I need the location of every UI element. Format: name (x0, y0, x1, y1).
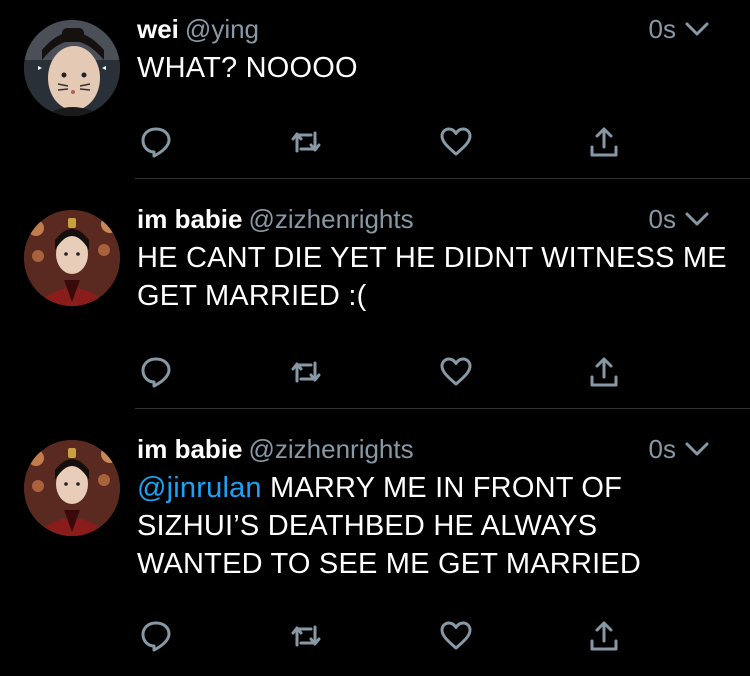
avatar-image-icon (24, 20, 120, 116)
tweet-text: WHAT? NOOOO (137, 49, 727, 87)
retweet-icon (291, 625, 321, 647)
tweet-header: wei @ying 0s (137, 14, 720, 48)
tweet-feed: wei @ying 0s WHAT? NOOOO im babie @zizhe… (0, 0, 750, 676)
share-button[interactable] (584, 352, 624, 392)
reply-icon (141, 357, 171, 388)
share-icon (590, 621, 618, 651)
tweet-actions (0, 122, 750, 162)
tweet-body: HE CANT DIE YET HE DIDNT WITNESS ME GET … (137, 242, 727, 312)
retweet-button[interactable] (286, 616, 326, 656)
retweet-icon (291, 361, 321, 383)
user-handle[interactable]: @zizhenrights (248, 434, 413, 464)
share-button[interactable] (584, 122, 624, 162)
timestamp: 0s (648, 204, 676, 234)
tweet-actions (0, 616, 750, 656)
timestamp: 0s (648, 434, 676, 464)
divider (135, 408, 750, 409)
retweet-icon (291, 131, 321, 153)
user-handle[interactable]: @ying (185, 14, 259, 44)
avatar[interactable] (24, 210, 120, 306)
tweet-header: im babie @zizhenrights 0s (137, 434, 720, 468)
tweet[interactable]: im babie @zizhenrights 0s HE CANT DIE YET… (0, 190, 750, 408)
mention-link[interactable]: @jinrulan (137, 472, 262, 504)
avatar-image-icon (24, 440, 120, 536)
display-name[interactable]: im babie (137, 204, 242, 234)
reply-button[interactable] (136, 616, 176, 656)
tweet-body: WHAT? NOOOO (137, 52, 358, 84)
like-button[interactable] (436, 352, 476, 392)
timestamp: 0s (648, 14, 676, 44)
tweet-header: im babie @zizhenrights 0s (137, 204, 720, 238)
like-button[interactable] (436, 122, 476, 162)
retweet-button[interactable] (286, 352, 326, 392)
heart-icon (440, 621, 472, 650)
display-name[interactable]: wei (137, 14, 179, 44)
divider (135, 178, 750, 179)
chevron-down-icon[interactable] (684, 19, 710, 39)
like-button[interactable] (436, 616, 476, 656)
reply-button[interactable] (136, 122, 176, 162)
avatar-image-icon (24, 210, 120, 306)
avatar[interactable] (24, 20, 120, 116)
share-icon (590, 127, 618, 157)
reply-icon (141, 621, 171, 652)
reply-button[interactable] (136, 352, 176, 392)
display-name[interactable]: im babie (137, 434, 242, 464)
share-button[interactable] (584, 616, 624, 656)
chevron-down-icon[interactable] (684, 439, 710, 459)
retweet-button[interactable] (286, 122, 326, 162)
heart-icon (440, 357, 472, 386)
tweet[interactable]: wei @ying 0s WHAT? NOOOO (0, 0, 750, 178)
tweet-actions (0, 352, 750, 392)
tweet-text: @jinrulan MARRY ME IN FRONT OF SIZHUI’S … (137, 469, 727, 583)
user-handle[interactable]: @zizhenrights (248, 204, 413, 234)
avatar[interactable] (24, 440, 120, 536)
tweet[interactable]: im babie @zizhenrights 0s @jinrulan MARRY… (0, 420, 750, 676)
tweet-text: HE CANT DIE YET HE DIDNT WITNESS ME GET … (137, 239, 727, 315)
share-icon (590, 357, 618, 387)
heart-icon (440, 127, 472, 156)
reply-icon (141, 127, 171, 158)
chevron-down-icon[interactable] (684, 209, 710, 229)
